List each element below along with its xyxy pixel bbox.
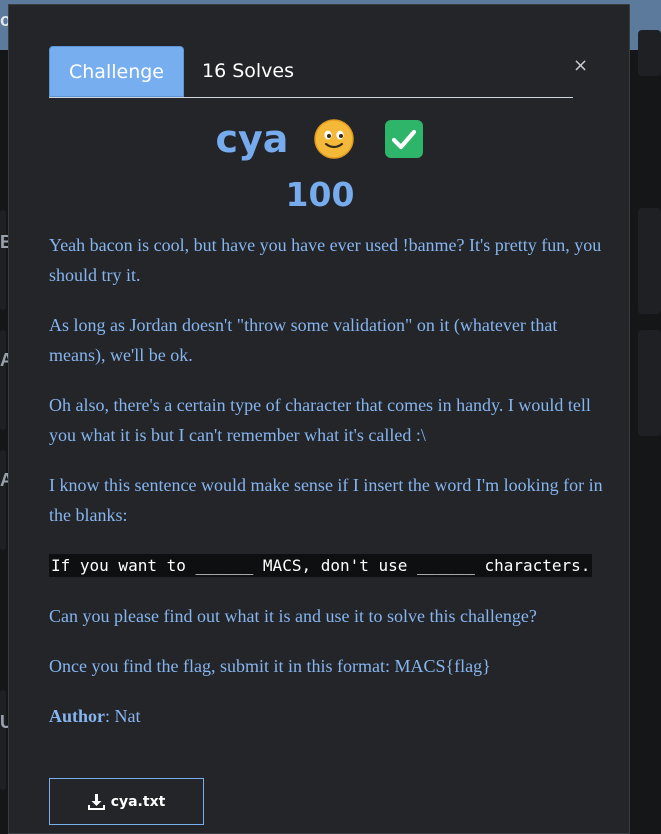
description-paragraph: I know this sentence would make sense if… bbox=[49, 475, 603, 525]
modal-tabs: Challenge 16 Solves bbox=[49, 46, 573, 98]
description-paragraph: Oh also, there's a certain type of chara… bbox=[49, 395, 591, 445]
background-card bbox=[0, 450, 6, 550]
background-card bbox=[0, 690, 6, 790]
download-icon bbox=[87, 793, 105, 810]
download-file-label: cya.txt bbox=[110, 793, 166, 810]
challenge-points: 100 bbox=[285, 175, 355, 214]
download-file-button[interactable]: cya.txt bbox=[49, 778, 204, 825]
tab-challenge[interactable]: Challenge bbox=[49, 46, 184, 97]
challenge-description: Yeah bacon is cool, but have you have ev… bbox=[49, 230, 609, 751]
author-label: Author bbox=[49, 706, 106, 726]
background-card bbox=[0, 330, 6, 430]
inline-code: If you want to ______ MACS, don't use __… bbox=[49, 554, 593, 577]
description-paragraph: Once you find the flag, submit it in thi… bbox=[49, 656, 491, 676]
tab-solves[interactable]: 16 Solves bbox=[186, 46, 310, 97]
challenge-name: cya bbox=[215, 117, 289, 161]
challenge-modal: Challenge 16 Solves × cya 100 Yeah bacon… bbox=[8, 4, 630, 834]
smiling-face-icon bbox=[314, 119, 355, 159]
background-card bbox=[638, 330, 661, 436]
background-card bbox=[0, 210, 6, 310]
close-icon[interactable]: × bbox=[573, 57, 588, 75]
check-mark-icon bbox=[384, 119, 424, 159]
challenge-title-row: cya bbox=[9, 117, 631, 169]
code-block-paragraph: If you want to ______ MACS, don't use __… bbox=[49, 550, 609, 581]
description-paragraph: Yeah bacon is cool, but have you have ev… bbox=[49, 235, 602, 285]
description-paragraph: Can you please find out what it is and u… bbox=[49, 606, 537, 626]
background-card bbox=[638, 208, 661, 314]
author-name: Nat bbox=[110, 706, 141, 726]
author-line: Author: Nat bbox=[49, 701, 609, 731]
background-card bbox=[638, 30, 661, 76]
description-paragraph: As long as Jordan doesn't "throw some va… bbox=[49, 315, 558, 365]
